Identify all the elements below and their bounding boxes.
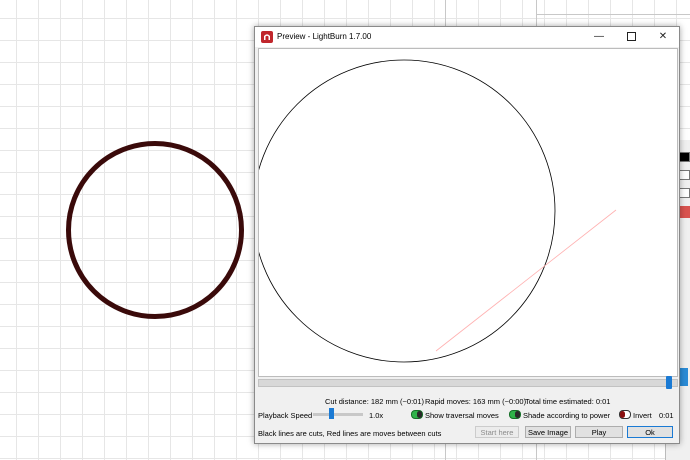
preview-canvas[interactable] bbox=[258, 48, 678, 377]
total-time-text: Total time estimated: 0:01 bbox=[525, 397, 611, 406]
playback-position-handle[interactable] bbox=[666, 376, 672, 389]
legend-text: Black lines are cuts, Red lines are move… bbox=[258, 429, 442, 438]
toggle-knob bbox=[620, 411, 625, 418]
playback-speed-handle[interactable] bbox=[329, 408, 334, 419]
preview-drawing bbox=[259, 59, 617, 363]
traversal-move-line bbox=[435, 209, 617, 352]
start-here-button[interactable]: Start here bbox=[475, 426, 519, 438]
save-image-button[interactable]: Save Image bbox=[525, 426, 571, 438]
cut-distance-text: Cut distance: 182 mm (~0:01) bbox=[325, 397, 425, 406]
preview-window: Preview - LightBurn 1.7.00 — ✕ Cut dista… bbox=[254, 26, 680, 444]
rapid-moves-text: Rapid moves: 163 mm (~0:00) bbox=[425, 397, 527, 406]
minimize-button[interactable]: — bbox=[583, 27, 615, 47]
show-traversal-label: Show traversal moves bbox=[425, 411, 499, 420]
playback-position-slider[interactable] bbox=[258, 379, 678, 387]
invert-time-value: 0:01 bbox=[659, 411, 674, 420]
maximize-icon bbox=[626, 31, 636, 41]
cut-path-circle bbox=[259, 59, 556, 363]
title-bar[interactable]: Preview - LightBurn 1.7.00 — ✕ bbox=[255, 27, 679, 47]
workspace-guide-line bbox=[536, 14, 690, 15]
invert-label: Invert bbox=[633, 411, 652, 420]
shade-power-toggle[interactable] bbox=[509, 410, 521, 419]
toggle-knob bbox=[417, 411, 422, 418]
ok-button[interactable]: Ok bbox=[627, 426, 673, 438]
lightburn-app-icon bbox=[261, 31, 273, 43]
maximize-button[interactable] bbox=[615, 27, 647, 47]
shade-power-label: Shade according to power bbox=[523, 411, 611, 420]
toggle-knob bbox=[515, 411, 520, 418]
playback-speed-value: 1.0x bbox=[369, 411, 384, 420]
show-traversal-toggle[interactable] bbox=[411, 410, 423, 419]
design-circle-shape[interactable] bbox=[66, 141, 244, 319]
playback-speed-label: Playback Speed bbox=[258, 411, 313, 420]
invert-toggle[interactable] bbox=[619, 410, 631, 419]
play-button[interactable]: Play bbox=[575, 426, 623, 438]
close-button[interactable]: ✕ bbox=[647, 27, 679, 47]
window-title: Preview - LightBurn 1.7.00 bbox=[277, 32, 372, 41]
playback-speed-slider[interactable] bbox=[313, 413, 363, 416]
